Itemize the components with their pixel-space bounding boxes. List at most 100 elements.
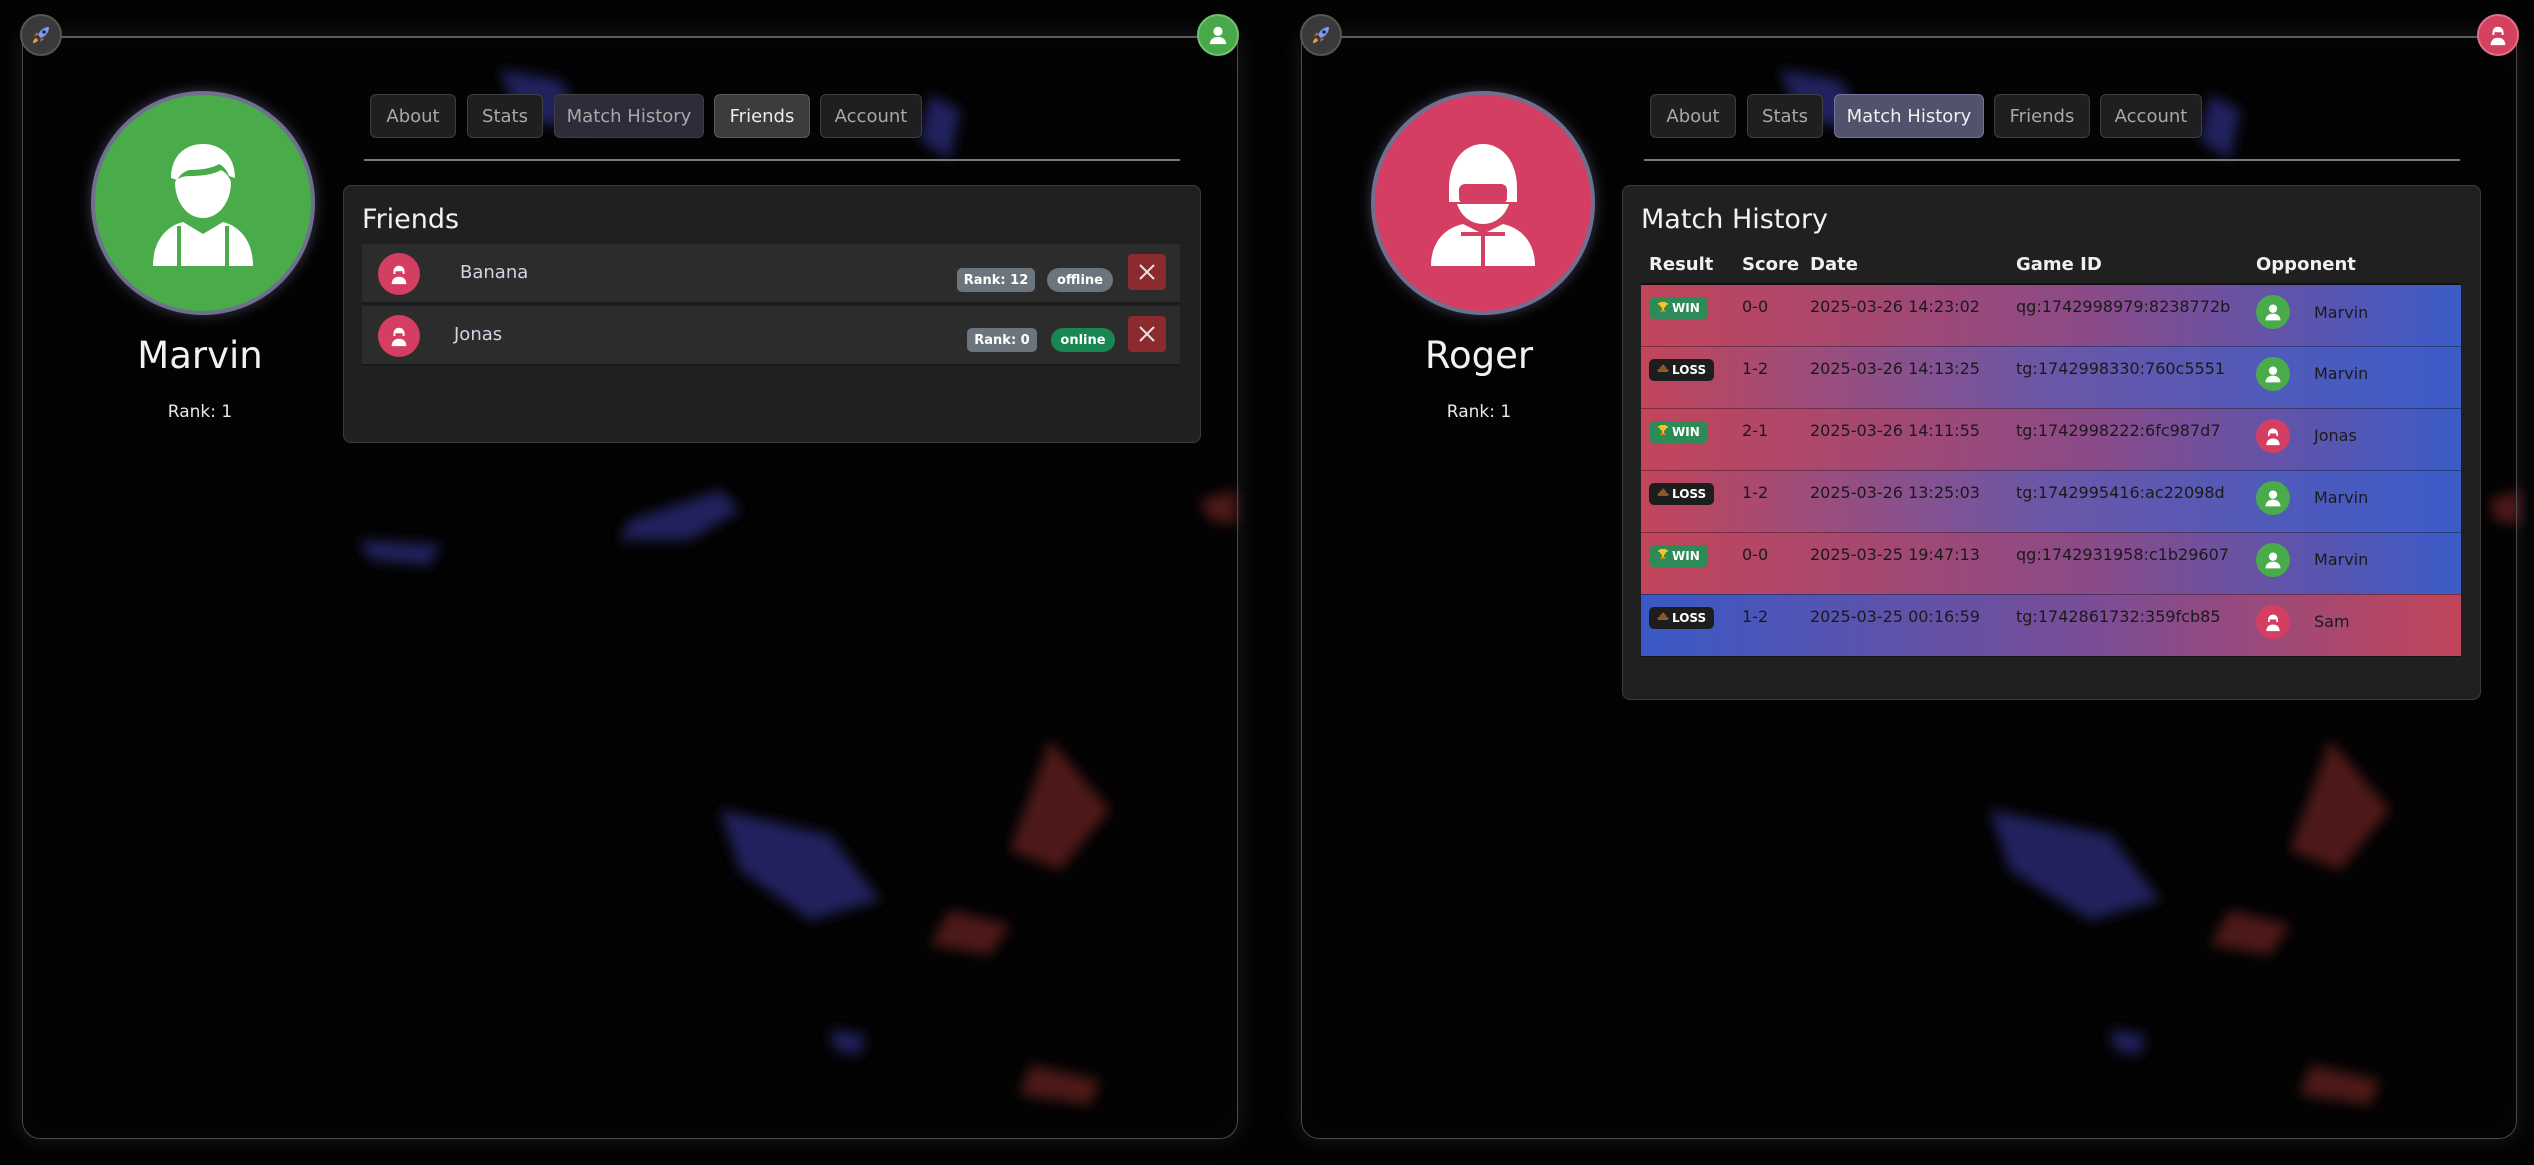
friend-status-badge: offline <box>1047 268 1113 292</box>
result-badge: LOSS <box>1649 606 1715 629</box>
score-label: 1-2 <box>1742 606 1769 626</box>
tab-about[interactable]: About <box>1650 94 1736 138</box>
opponent-cell[interactable]: Marvin <box>2248 284 2461 347</box>
table-row[interactable]: LOSS 1-2 2025-03-25 00:16:59 tg:17428617… <box>1641 594 2461 657</box>
tab-about[interactable]: About <box>370 94 456 138</box>
game-id-label: tg:1742995416:ac22098d <box>2016 482 2225 502</box>
user-menu-button-right[interactable] <box>2477 14 2519 56</box>
opponent-name[interactable]: Marvin <box>2314 303 2368 322</box>
game-id-label: qg:1742998979:8238772b <box>2016 297 2231 316</box>
result-cell: WIN <box>1641 408 1734 471</box>
tab-match-history[interactable]: Match History <box>554 94 704 138</box>
user-menu-button-left[interactable] <box>1197 14 1239 56</box>
opponent-name[interactable]: Sam <box>2314 612 2350 631</box>
friend-status-badge: online <box>1051 328 1115 352</box>
profile-rank: Rank: 1 <box>1446 402 1512 422</box>
column-header-date: Date <box>1802 246 2008 285</box>
person-icon <box>2265 490 2281 506</box>
tab-match-history[interactable]: Match History <box>1834 94 1984 138</box>
person-icon <box>2265 552 2281 568</box>
result-cell: LOSS <box>1641 470 1734 533</box>
opponent-avatar[interactable] <box>2256 480 2290 515</box>
opponent-cell[interactable]: Marvin <box>2248 532 2461 595</box>
score-label: 0-0 <box>1742 297 1769 316</box>
table-row[interactable]: WIN 0-0 2025-03-26 14:23:02 qg:174299897… <box>1641 284 2461 347</box>
date-cell: 2025-03-26 14:11:55 <box>1802 408 2008 471</box>
game-id-label: tg:1742998330:760c5551 <box>2016 358 2226 378</box>
game-id-cell: qg:1742931958:c1b29607 <box>2008 532 2248 595</box>
result-cell: WIN <box>1641 532 1734 595</box>
tab-friends[interactable]: Friends <box>714 94 810 138</box>
helmet-person-icon <box>2490 26 2506 46</box>
tab-stats[interactable]: Stats <box>1747 94 1823 138</box>
result-label: WIN <box>1672 424 1700 439</box>
table-header-row: Result Score Date Game ID Opponent <box>1641 246 2461 285</box>
remove-friend-button[interactable] <box>1128 316 1166 352</box>
person-icon <box>2265 304 2281 321</box>
friends-title: Friends <box>362 204 460 235</box>
score-cell: 0-0 <box>1734 532 1802 595</box>
friend-avatar <box>378 253 420 295</box>
helmet-person-icon <box>2266 428 2280 445</box>
helmet-person-icon <box>2266 614 2280 631</box>
result-badge: LOSS <box>1649 358 1715 381</box>
opponent-avatar[interactable] <box>2256 604 2290 639</box>
profile-avatar <box>91 91 315 315</box>
result-cell: LOSS <box>1641 594 1734 657</box>
rocket-icon <box>1313 27 1329 43</box>
date-label: 2025-03-26 14:13:25 <box>1810 358 1980 378</box>
home-button-left[interactable] <box>20 14 62 56</box>
trophy-icon <box>1658 549 1668 559</box>
friend-name[interactable]: Banana <box>460 262 528 283</box>
tab-stats[interactable]: Stats <box>467 94 543 138</box>
tab-account[interactable]: Account <box>820 94 922 138</box>
table-row[interactable]: LOSS 1-2 2025-03-26 14:13:25 tg:17429983… <box>1641 346 2461 409</box>
game-id-cell: tg:1742861732:359fcb85 <box>2008 594 2248 657</box>
tab-account[interactable]: Account <box>2100 94 2202 138</box>
close-icon <box>1139 326 1155 342</box>
result-label: LOSS <box>1672 610 1707 625</box>
result-label: LOSS <box>1672 362 1707 377</box>
score-cell: 0-0 <box>1734 284 1802 347</box>
home-button-right[interactable] <box>1300 14 1342 56</box>
result-cell: LOSS <box>1641 346 1734 409</box>
score-label: 1-2 <box>1742 482 1769 502</box>
opponent-cell[interactable]: Marvin <box>2248 470 2461 533</box>
column-header-result: Result <box>1641 246 1734 285</box>
helmet-person-icon <box>391 265 407 285</box>
date-cell: 2025-03-26 14:23:02 <box>1802 284 2008 347</box>
opponent-avatar[interactable] <box>2256 356 2290 391</box>
tab-friends[interactable]: Friends <box>1994 94 2090 138</box>
friend-name[interactable]: Jonas <box>454 324 502 345</box>
date-label: 2025-03-25 00:16:59 <box>1810 606 1980 626</box>
friend-rank-badge: Rank: 12 <box>957 268 1035 292</box>
table-row[interactable]: WIN 2-1 2025-03-26 14:11:55 tg:174299822… <box>1641 408 2461 471</box>
opponent-name[interactable]: Marvin <box>2314 488 2368 507</box>
opponent-name[interactable]: Marvin <box>2314 364 2368 383</box>
date-cell: 2025-03-26 13:25:03 <box>1802 470 2008 533</box>
opponent-avatar[interactable] <box>2256 295 2290 329</box>
result-badge: WIN <box>1649 297 1708 319</box>
rocket-icon <box>33 27 49 43</box>
friend-row-jonas: Jonas Rank: 0 online <box>362 306 1180 366</box>
game-id-cell: qg:1742998979:8238772b <box>2008 284 2248 347</box>
date-cell: 2025-03-26 14:13:25 <box>1802 346 2008 409</box>
poop-icon <box>1657 364 1669 372</box>
opponent-cell[interactable]: Jonas <box>2248 408 2461 471</box>
date-label: 2025-03-25 19:47:13 <box>1810 544 1980 564</box>
tab-divider <box>364 159 1180 161</box>
opponent-cell[interactable]: Sam <box>2248 594 2461 657</box>
opponent-cell[interactable]: Marvin <box>2248 346 2461 409</box>
friend-row-banana: Banana Rank: 12 offline <box>362 244 1180 304</box>
game-id-cell: tg:1742998222:6fc987d7 <box>2008 408 2248 471</box>
result-label: WIN <box>1672 301 1700 315</box>
opponent-name[interactable]: Jonas <box>2314 426 2357 445</box>
table-row[interactable]: LOSS 1-2 2025-03-26 13:25:03 tg:17429954… <box>1641 470 2461 533</box>
remove-friend-button[interactable] <box>1128 254 1166 290</box>
opponent-name[interactable]: Marvin <box>2314 550 2368 569</box>
game-id-label: tg:1742998222:6fc987d7 <box>2016 420 2221 440</box>
opponent-avatar[interactable] <box>2256 542 2290 577</box>
opponent-avatar[interactable] <box>2256 418 2290 453</box>
person-icon <box>153 144 253 266</box>
table-row[interactable]: WIN 0-0 2025-03-25 19:47:13 qg:174293195… <box>1641 532 2461 595</box>
